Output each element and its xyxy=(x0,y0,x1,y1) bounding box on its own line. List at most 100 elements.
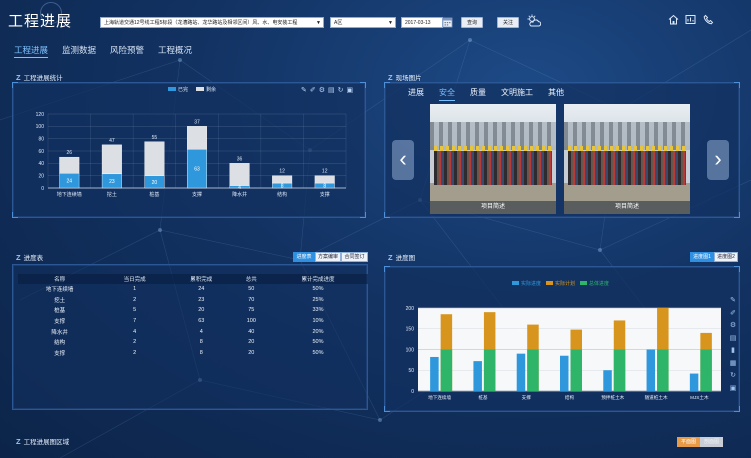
table-cell: 50 xyxy=(248,286,255,293)
prev-photo-button[interactable]: ‹ xyxy=(392,140,414,180)
x-tick-label: 隧道桩土木 xyxy=(645,394,668,401)
chevron-right-icon: › xyxy=(714,146,722,171)
table-cell: 50% xyxy=(312,339,324,346)
tab-overview[interactable]: 工程概况 xyxy=(158,44,192,58)
x-tick-label: MJS土木 xyxy=(690,394,709,401)
date-input[interactable]: 2017-03-13 xyxy=(401,17,443,28)
photo-tab-other[interactable]: 其他 xyxy=(548,87,564,101)
legend-label: 实际进度 xyxy=(521,280,541,287)
photo-caption: 项目简述 xyxy=(564,201,690,214)
table-cell: 10% xyxy=(312,318,324,325)
plan-view-button[interactable]: 平面图 xyxy=(677,437,700,447)
y-tick-label: 80 xyxy=(38,136,44,142)
app-title: 工程进展 xyxy=(8,13,73,30)
delete-icon[interactable]: ▤ xyxy=(729,334,737,347)
data-label: 37 xyxy=(194,119,200,125)
data-label: 12 xyxy=(279,169,285,175)
table-cell: 2 xyxy=(133,296,137,303)
data-label: 55 xyxy=(152,135,158,141)
progress-chart-1-button[interactable]: 进度图1 xyxy=(690,252,714,262)
table-cell: 挖土 xyxy=(54,297,66,304)
photo-tabs: 进展 安全 质量 文明施工 其他 xyxy=(408,87,564,101)
pencil-icon[interactable]: ✎ xyxy=(729,296,737,309)
bar xyxy=(570,349,582,391)
section-mark-icon: Z xyxy=(388,252,393,262)
chart-icon[interactable] xyxy=(684,14,696,26)
table-cell: 50% xyxy=(312,349,324,356)
save-icon[interactable]: ▣ xyxy=(729,384,737,397)
stats-chart: 已完 剩余 0 20 40 60 80 100 120 24 26 地下连续墙 23 47 挖土 20 55 桩基… xyxy=(36,86,347,198)
bar xyxy=(314,175,335,184)
photo-tab-quality[interactable]: 质量 xyxy=(470,87,486,101)
bar xyxy=(229,163,250,186)
photo-tab-civilized[interactable]: 文明施工 xyxy=(501,87,533,101)
chevron-down-icon: ▼ xyxy=(316,20,321,26)
calendar-icon[interactable] xyxy=(442,16,453,28)
photo-tab-progress[interactable]: 进展 xyxy=(408,87,424,101)
tab-monitoring[interactable]: 监测数据 xyxy=(62,44,96,58)
column-header: 累积完成 xyxy=(167,274,235,284)
area-select[interactable]: A区 ▼ xyxy=(330,17,396,28)
column-header: 总共 xyxy=(234,274,268,284)
phone-icon[interactable] xyxy=(702,14,714,26)
photo-card[interactable]: 项目简述 xyxy=(430,104,556,214)
refresh-icon[interactable]: ↻ xyxy=(729,371,737,384)
bar-icon[interactable]: ▮ xyxy=(729,346,737,359)
contract-button[interactable]: 合同签订 xyxy=(341,252,368,262)
tab-progress[interactable]: 工程进展 xyxy=(14,44,49,58)
table-cell: 4 xyxy=(199,328,203,335)
table-row: 挖土 2 23 70 25% xyxy=(18,295,368,306)
photo-card[interactable]: 项目简述 xyxy=(564,104,690,214)
table-cell: 75 xyxy=(248,307,255,314)
x-tick-label: 结构 xyxy=(277,191,287,198)
x-tick-label: 地下连续墙 xyxy=(428,394,451,401)
brush-icon[interactable]: ✐ xyxy=(729,309,737,322)
bar xyxy=(272,175,293,184)
section-view-button[interactable]: 剖面图 xyxy=(700,437,723,447)
column-header: 当日完成 xyxy=(101,274,168,284)
legend-label: 已完 xyxy=(178,86,188,93)
table-cell: 63 xyxy=(198,318,205,325)
bar xyxy=(483,349,496,391)
table-cell: 70 xyxy=(248,296,255,303)
main-tabs: 工程进展 监测数据 风险预警 工程概况 xyxy=(14,44,192,58)
home-icon[interactable] xyxy=(667,14,679,26)
chevron-left-icon: ‹ xyxy=(399,146,407,171)
settings-icon[interactable]: ⚙ xyxy=(729,321,737,334)
x-tick-label: 支撑 xyxy=(192,191,202,198)
table-row: 降水井 4 4 40 20% xyxy=(18,326,368,337)
query-button[interactable]: 查询 xyxy=(461,17,483,28)
tab-risk-warning[interactable]: 风险预警 xyxy=(110,44,144,58)
table-cell: 50% xyxy=(312,286,324,293)
chart-title: 进度图 xyxy=(395,255,416,262)
table-cell: 33% xyxy=(312,307,324,314)
date-value: 2017-03-13 xyxy=(405,20,431,26)
section-mark-icon: Z xyxy=(388,72,393,82)
section-mark-icon: Z xyxy=(16,72,21,82)
bar xyxy=(430,356,439,391)
table-cell: 1 xyxy=(133,286,137,293)
table-cell: 23 xyxy=(198,296,205,303)
project-select[interactable]: 上海轨道交通12号线工程5标段（龙漕路站、龙华路站及相邻区间）风、水、电安装工程… xyxy=(100,17,324,28)
legend-swatch xyxy=(196,87,204,91)
data-label: 8 xyxy=(281,184,284,190)
table-cell: 20 xyxy=(248,349,255,356)
y-tick-label: 20 xyxy=(38,173,44,179)
data-label: 47 xyxy=(109,138,115,144)
progress-chart-2-button[interactable]: 进度图2 xyxy=(714,252,738,262)
bar xyxy=(560,355,569,391)
bar xyxy=(473,361,482,391)
bar xyxy=(187,126,207,150)
table-cell: 支撑 xyxy=(54,319,66,326)
section-mark-icon: Z xyxy=(16,436,21,446)
stack-icon[interactable]: ▦ xyxy=(729,359,737,372)
bar xyxy=(700,349,712,391)
next-photo-button[interactable]: › xyxy=(707,140,729,180)
photo-tab-safety[interactable]: 安全 xyxy=(439,87,455,101)
table-cell: 100 xyxy=(246,318,256,325)
follow-button[interactable]: 关注 xyxy=(497,17,519,28)
table-cell: 降水井 xyxy=(51,329,68,336)
table-cell: 5 xyxy=(133,307,137,314)
plan-review-button[interactable]: 方案编审 xyxy=(315,252,341,262)
progress-table-button[interactable]: 进度表 xyxy=(293,252,315,262)
